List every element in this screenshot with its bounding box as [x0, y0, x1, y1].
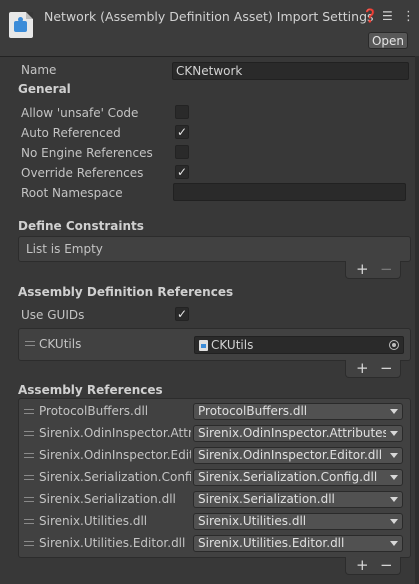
- add-button[interactable]: +: [356, 261, 369, 277]
- drag-handle-icon[interactable]: [24, 497, 34, 502]
- reference-object-field[interactable]: CKUtils: [194, 336, 404, 354]
- remove-button[interactable]: −: [380, 360, 393, 376]
- remove-button[interactable]: −: [380, 557, 393, 573]
- assembly-definition-icon: [9, 12, 33, 38]
- assembly-reference-dropdown[interactable]: Sirenix.Serialization.dll: [193, 491, 403, 508]
- dropdown-arrow-icon: [390, 497, 398, 502]
- add-button[interactable]: +: [356, 360, 369, 376]
- assembly-reference-label: ProtocolBuffers.dll: [39, 404, 149, 418]
- auto-referenced-label: Auto Referenced: [21, 126, 121, 140]
- assembly-references-footer: + −: [345, 557, 401, 575]
- define-constraints-footer: + −: [345, 261, 401, 279]
- assembly-reference-dropdown[interactable]: Sirenix.Serialization.Config.dll: [193, 469, 403, 486]
- inspector-title: Network (Assembly Definition Asset) Impo…: [44, 9, 374, 24]
- more-vertical-icon[interactable]: ⋮: [402, 9, 415, 24]
- assembly-reference-dropdown[interactable]: Sirenix.OdinInspector.Editor.dll: [193, 447, 403, 464]
- dropdown-arrow-icon: [390, 475, 398, 480]
- allow-unsafe-label: Allow 'unsafe' Code: [21, 106, 139, 120]
- assembly-reference-dropdown[interactable]: Sirenix.OdinInspector.Attributes.dll: [193, 425, 403, 442]
- assembly-reference-label: Sirenix.OdinInspector.Editor.dll: [39, 448, 191, 462]
- assembly-references-heading: Assembly References: [18, 383, 163, 397]
- scrollbar[interactable]: [415, 56, 419, 584]
- no-engine-references-label: No Engine References: [21, 146, 153, 160]
- assembly-reference-label: Sirenix.Serialization.dll: [39, 492, 176, 506]
- name-field[interactable]: CKNetwork: [172, 62, 409, 80]
- use-guids-label: Use GUIDs: [21, 308, 85, 322]
- assembly-reference-dropdown[interactable]: ProtocolBuffers.dll: [193, 403, 403, 420]
- assembly-definition-references-footer: + −: [345, 360, 401, 378]
- drag-handle-icon[interactable]: [24, 453, 34, 458]
- open-button[interactable]: Open: [368, 32, 408, 49]
- reference-label: CKUtils: [39, 337, 82, 351]
- general-heading: General: [18, 82, 71, 96]
- assembly-file-icon: [199, 340, 208, 351]
- name-label: Name: [21, 63, 57, 77]
- drag-handle-icon[interactable]: [24, 475, 34, 480]
- remove-button[interactable]: −: [380, 261, 393, 277]
- assembly-reference-label: Sirenix.OdinInspector.Attributes.dll: [39, 426, 191, 440]
- list-empty-text: List is Empty: [26, 242, 103, 256]
- override-references-label: Override References: [21, 166, 144, 180]
- drag-handle-icon[interactable]: [24, 541, 34, 546]
- dropdown-arrow-icon: [390, 541, 398, 546]
- object-picker-icon[interactable]: [389, 340, 399, 350]
- assembly-definition-references-list: CKUtils CKUtils: [18, 328, 411, 361]
- drag-handle-icon[interactable]: [24, 431, 34, 436]
- drag-handle-icon[interactable]: [24, 409, 34, 414]
- use-guids-checkbox[interactable]: ✓: [175, 307, 189, 321]
- no-engine-references-checkbox[interactable]: [175, 145, 189, 159]
- assembly-reference-dropdown[interactable]: Sirenix.Utilities.dll: [193, 513, 403, 530]
- reference-value: CKUtils: [211, 338, 254, 352]
- help-icon[interactable]: ❓: [362, 9, 378, 24]
- settings-slider-icon[interactable]: ☰: [382, 9, 393, 23]
- dropdown-arrow-icon: [390, 409, 398, 414]
- assembly-definition-references-heading: Assembly Definition References: [18, 285, 234, 299]
- add-button[interactable]: +: [356, 557, 369, 573]
- assembly-reference-label: Sirenix.Utilities.Editor.dll: [39, 536, 186, 550]
- allow-unsafe-checkbox[interactable]: [175, 105, 189, 119]
- root-namespace-label: Root Namespace: [21, 186, 123, 200]
- dropdown-arrow-icon: [390, 453, 398, 458]
- assembly-reference-label: Sirenix.Utilities.dll: [39, 514, 148, 528]
- inspector-header: Network (Assembly Definition Asset) Impo…: [0, 0, 419, 57]
- root-namespace-field[interactable]: [173, 183, 406, 201]
- assembly-reference-dropdown[interactable]: Sirenix.Utilities.Editor.dll: [193, 535, 403, 552]
- drag-handle-icon[interactable]: [25, 341, 35, 346]
- dropdown-arrow-icon: [390, 519, 398, 524]
- define-constraints-heading: Define Constraints: [18, 219, 144, 233]
- dropdown-arrow-icon: [390, 431, 398, 436]
- override-references-checkbox[interactable]: ✓: [175, 165, 189, 179]
- define-constraints-list: List is Empty: [18, 236, 411, 262]
- drag-handle-icon[interactable]: [24, 519, 34, 524]
- auto-referenced-checkbox[interactable]: ✓: [175, 125, 189, 139]
- assembly-reference-label: Sirenix.Serialization.Config.dll: [39, 470, 191, 484]
